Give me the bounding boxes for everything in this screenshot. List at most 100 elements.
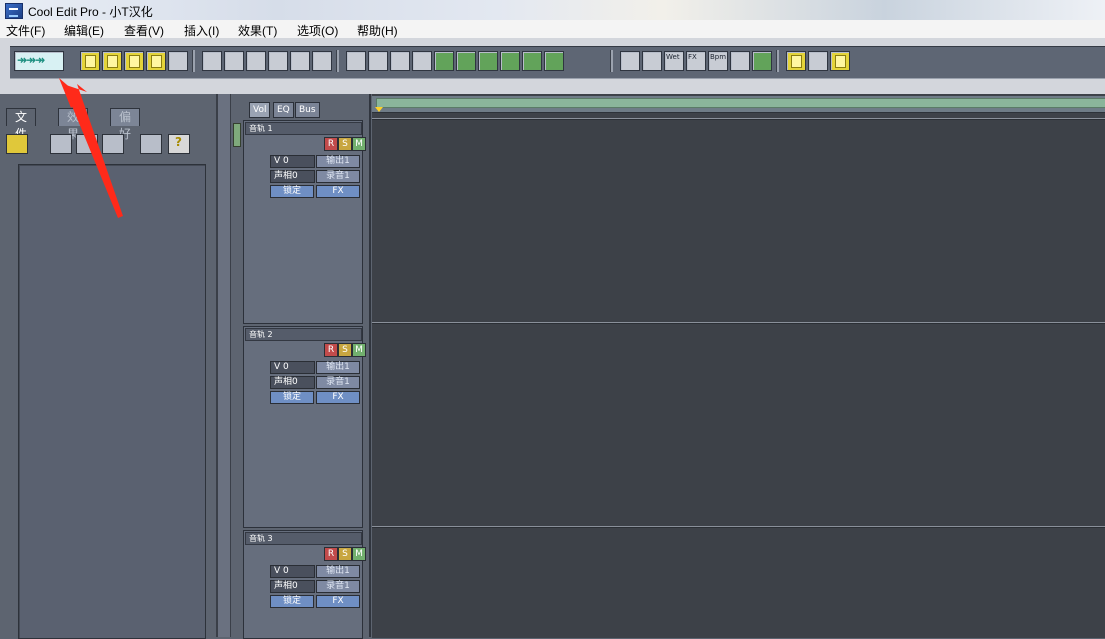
output-button[interactable]: 输出1	[316, 565, 360, 578]
timeline-ruler[interactable]	[372, 96, 1105, 113]
pitch-button[interactable]	[730, 51, 750, 71]
record-input-button[interactable]: 录音1	[316, 580, 360, 593]
wet-button[interactable]: Wet	[664, 51, 684, 71]
settings-icon[interactable]	[140, 134, 162, 154]
tab-bus[interactable]: Bus	[295, 102, 320, 118]
toolbar-separator	[610, 50, 613, 72]
lock-button[interactable]: 锁定	[270, 185, 314, 198]
menu-effects[interactable]: 效果(T)	[238, 22, 277, 39]
menu-help[interactable]: 帮助(H)	[357, 22, 398, 39]
bpm-button[interactable]: Bpm	[708, 51, 728, 71]
help-icon[interactable]	[168, 134, 190, 154]
undo-button[interactable]	[202, 51, 222, 71]
amplify-button[interactable]	[456, 51, 476, 71]
record-arm-button[interactable]: R	[324, 343, 338, 357]
script-button[interactable]	[786, 51, 806, 71]
open-append-button[interactable]	[124, 51, 144, 71]
track-name[interactable]: 音轨 3	[245, 532, 362, 545]
track-name[interactable]: 音轨 2	[245, 328, 362, 341]
timeline-range-bar[interactable]	[376, 98, 1105, 108]
help-button[interactable]	[830, 51, 850, 71]
wet-label: Wet	[666, 53, 680, 61]
multitrack-view[interactable]	[372, 94, 1105, 638]
pan-field[interactable]: 声相0	[270, 376, 315, 389]
volume-field[interactable]: V 0	[270, 361, 315, 374]
menu-view[interactable]: 查看(V)	[124, 22, 164, 39]
save-all-button[interactable]	[168, 51, 188, 71]
mute-button[interactable]: M	[352, 547, 366, 561]
track-lane[interactable]	[372, 526, 1105, 638]
new-file-button[interactable]	[80, 51, 100, 71]
spectral-button[interactable]	[620, 51, 640, 71]
record-input-button[interactable]: 录音1	[316, 376, 360, 389]
file-list[interactable]	[18, 164, 206, 639]
record-input-button[interactable]: 录音1	[316, 170, 360, 183]
toolbar-strip: ↠↠↠ Wet FX Bpm	[10, 46, 1105, 79]
open-folder-icon[interactable]	[6, 134, 28, 154]
draw-tool-button[interactable]	[368, 51, 388, 71]
app-icon	[5, 3, 23, 19]
fx-button[interactable]: FX	[686, 51, 706, 71]
noise-button[interactable]	[478, 51, 498, 71]
grid-button[interactable]	[390, 51, 410, 71]
scroll-marker[interactable]	[233, 123, 241, 147]
cut-button[interactable]	[246, 51, 266, 71]
solo-button[interactable]: S	[338, 137, 352, 151]
fx-button[interactable]: FX	[316, 595, 360, 608]
snap-button[interactable]	[412, 51, 432, 71]
tab-favorites[interactable]: 偏好	[110, 108, 141, 141]
playhead-marker-icon[interactable]	[375, 107, 383, 112]
open-file-button[interactable]	[102, 51, 122, 71]
toolbar: ↠↠↠ Wet FX Bpm	[0, 38, 1105, 94]
file-list-icon[interactable]	[76, 134, 98, 154]
pan-field[interactable]: 声相0	[270, 170, 315, 183]
lock-button[interactable]: 锁定	[270, 595, 314, 608]
copy-button[interactable]	[224, 51, 244, 71]
fx-button[interactable]: FX	[316, 391, 360, 404]
delay-button[interactable]	[642, 51, 662, 71]
edit-tool-button[interactable]	[346, 51, 366, 71]
fx-button[interactable]: FX	[316, 185, 360, 198]
normalize-button[interactable]	[522, 51, 542, 71]
tab-effects[interactable]: 效果	[58, 108, 89, 141]
mix-paste-button[interactable]	[290, 51, 310, 71]
output-button[interactable]: 输出1	[316, 361, 360, 374]
paste-button[interactable]	[268, 51, 288, 71]
track-name[interactable]: 音轨 1	[245, 122, 362, 135]
record-arm-button[interactable]: R	[324, 547, 338, 561]
multitrack-switch-button[interactable]: ↠↠↠	[14, 51, 64, 71]
fade-button[interactable]	[500, 51, 520, 71]
record-arm-button[interactable]: R	[324, 137, 338, 151]
panel-splitter[interactable]	[218, 94, 231, 637]
bpm-label: Bpm	[710, 53, 727, 61]
track-lane[interactable]	[372, 322, 1105, 526]
mute-button[interactable]: M	[352, 343, 366, 357]
trim-button[interactable]	[312, 51, 332, 71]
close-file-icon[interactable]	[50, 134, 72, 154]
solo-button[interactable]: S	[338, 343, 352, 357]
tab-eq[interactable]: EQ	[273, 102, 294, 118]
tab-files[interactable]: 文件	[6, 108, 37, 141]
envelope-button[interactable]	[434, 51, 454, 71]
track-lane[interactable]	[372, 118, 1105, 322]
menu-bar: 文件(F) 编辑(E) 查看(V) 插入(I) 效果(T) 选项(O) 帮助(H…	[0, 20, 1105, 39]
volume-field[interactable]: V 0	[270, 565, 315, 578]
lock-button[interactable]: 锁定	[270, 391, 314, 404]
cd-button[interactable]	[808, 51, 828, 71]
insert-icon[interactable]	[102, 134, 124, 154]
menu-insert[interactable]: 插入(I)	[184, 22, 219, 39]
save-button[interactable]	[146, 51, 166, 71]
menu-options[interactable]: 选项(O)	[297, 22, 338, 39]
pan-field[interactable]: 声相0	[270, 580, 315, 593]
filter-button[interactable]	[544, 51, 564, 71]
menu-edit[interactable]: 编辑(E)	[64, 22, 104, 39]
file-panel: 文件 效果 偏好	[0, 94, 218, 639]
output-button[interactable]: 输出1	[316, 155, 360, 168]
mute-button[interactable]: M	[352, 137, 366, 151]
menu-file[interactable]: 文件(F)	[6, 22, 45, 39]
switch-wave-icon: ↠↠↠	[17, 53, 45, 67]
solo-button[interactable]: S	[338, 547, 352, 561]
volume-field[interactable]: V 0	[270, 155, 315, 168]
tab-vol[interactable]: Vol	[249, 102, 271, 118]
convert-button[interactable]	[752, 51, 772, 71]
